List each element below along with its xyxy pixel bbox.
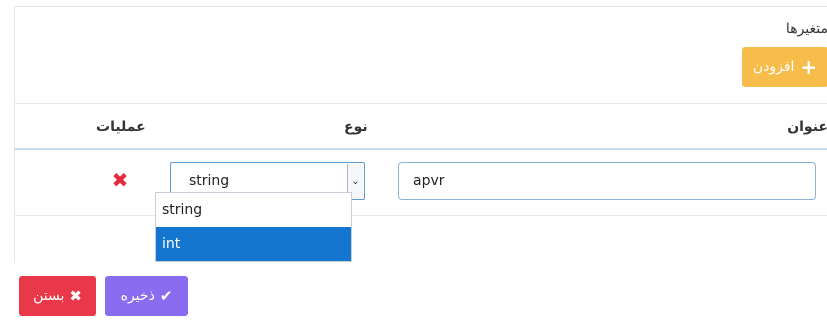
- save-button-label: ذخیره: [120, 288, 155, 304]
- add-variable-label: افزودن: [752, 59, 795, 75]
- close-button[interactable]: ✖ بستن: [19, 276, 96, 316]
- check-icon: ✔: [159, 287, 173, 305]
- close-icon: ✖: [69, 287, 82, 305]
- variable-title-value: apvr: [413, 173, 445, 189]
- column-header-type: نوع: [344, 119, 368, 135]
- variable-title-input[interactable]: apvr: [398, 162, 816, 200]
- table-header-divider: [15, 148, 827, 150]
- variables-panel: متغیرها + افزودن عنوان نوع عملیات apvr s…: [14, 6, 827, 263]
- section-title: متغیرها: [785, 21, 827, 37]
- add-variable-button[interactable]: + افزودن: [742, 47, 827, 87]
- dropdown-option-string[interactable]: string: [156, 193, 351, 227]
- divider: [15, 215, 827, 216]
- close-button-label: بستن: [33, 288, 65, 304]
- save-button[interactable]: ✔ ذخیره: [105, 276, 188, 316]
- close-icon[interactable]: ✖: [110, 170, 130, 190]
- divider: [15, 103, 827, 104]
- plus-icon: +: [800, 55, 818, 79]
- column-header-title: عنوان: [787, 119, 827, 135]
- variable-type-value: string: [189, 173, 230, 189]
- column-header-operations: عملیات: [96, 119, 146, 135]
- dropdown-option-int[interactable]: int: [156, 227, 351, 261]
- type-dropdown-list: string int: [155, 192, 352, 262]
